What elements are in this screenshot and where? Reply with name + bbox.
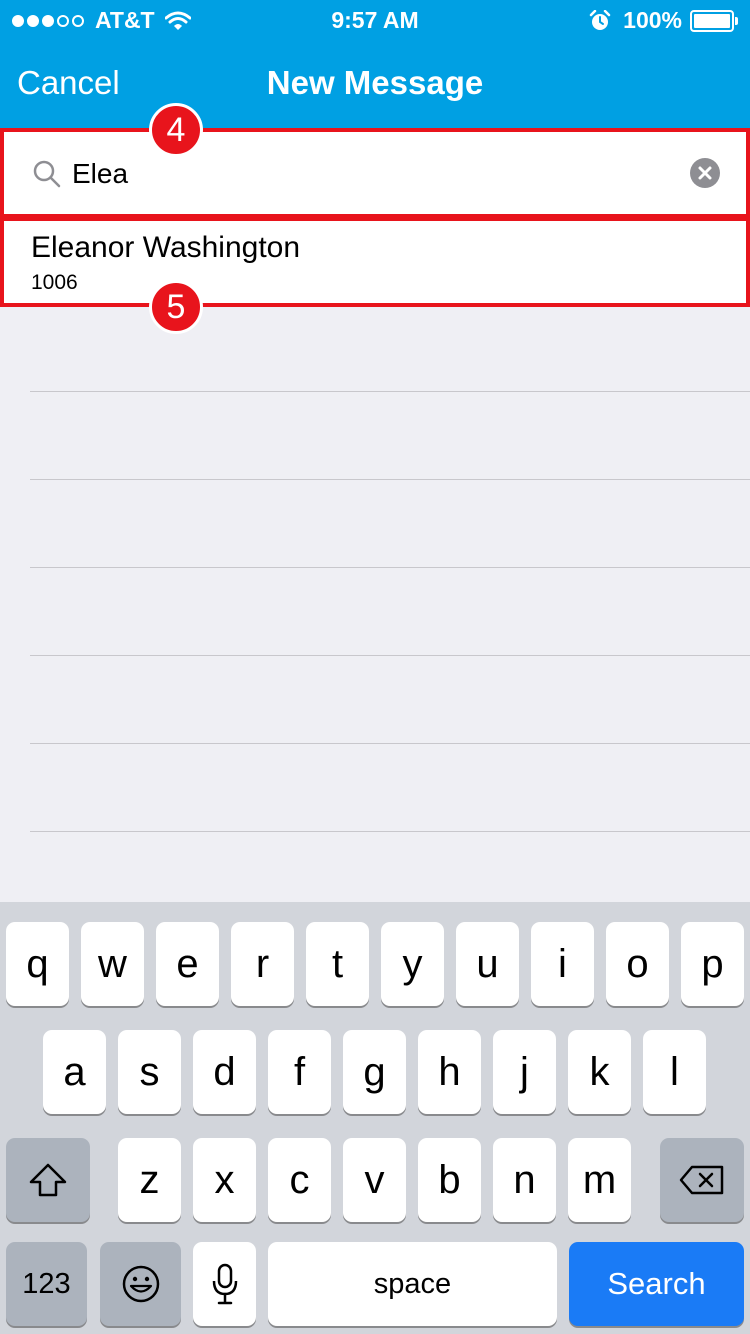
key-e[interactable]: e	[156, 922, 219, 1006]
search-icon	[33, 160, 61, 188]
key-b[interactable]: b	[418, 1138, 481, 1222]
search-input[interactable]	[72, 150, 672, 198]
backspace-icon	[679, 1165, 724, 1195]
key-y[interactable]: y	[381, 922, 444, 1006]
key-x[interactable]: x	[193, 1138, 256, 1222]
dictation-key[interactable]	[193, 1242, 256, 1326]
microphone-icon	[212, 1263, 237, 1305]
close-icon	[698, 166, 712, 180]
key-i[interactable]: i	[531, 922, 594, 1006]
key-o[interactable]: o	[606, 922, 669, 1006]
key-l[interactable]: l	[643, 1030, 706, 1114]
emoji-face-icon	[122, 1265, 159, 1303]
battery-tip	[735, 16, 738, 25]
key-k[interactable]: k	[568, 1030, 631, 1114]
list-separator	[30, 743, 750, 744]
contact-extension: 1006	[31, 271, 78, 294]
key-u[interactable]: u	[456, 922, 519, 1006]
key-p[interactable]: p	[681, 922, 744, 1006]
recipient-search-field[interactable]	[0, 128, 750, 218]
key-w[interactable]: w	[81, 922, 144, 1006]
list-separator	[30, 567, 750, 568]
list-separator	[30, 391, 750, 392]
keyboard: q w e r t y u i o p a s d f g h j k l z …	[0, 902, 750, 1334]
key-h[interactable]: h	[418, 1030, 481, 1114]
callout-badge-result: 5	[149, 280, 203, 334]
key-g[interactable]: g	[343, 1030, 406, 1114]
page-title: New Message	[266, 64, 484, 101]
contact-result-row[interactable]: Eleanor Washington 1006	[0, 217, 750, 307]
delete-key[interactable]	[660, 1138, 744, 1222]
status-bar: AT&T 9:57 AM 100%	[0, 0, 750, 40]
clear-search-icon[interactable]	[690, 158, 720, 188]
emoji-key[interactable]	[100, 1242, 181, 1326]
key-d[interactable]: d	[193, 1030, 256, 1114]
shift-key[interactable]	[6, 1138, 90, 1222]
search-key[interactable]: Search	[569, 1242, 744, 1326]
callout-badge-search: 4	[149, 103, 203, 157]
navigation-bar: Cancel New Message	[0, 40, 750, 128]
list-separator	[30, 655, 750, 656]
battery-icon	[690, 9, 738, 32]
key-s[interactable]: s	[118, 1030, 181, 1114]
contact-name: Eleanor Washington	[31, 231, 301, 264]
header: AT&T 9:57 AM 100% Cancel New Message	[0, 0, 750, 128]
battery-percentage: 100%	[623, 7, 682, 33]
key-v[interactable]: v	[343, 1138, 406, 1222]
key-j[interactable]: j	[493, 1030, 556, 1114]
alarm-clock-icon	[589, 9, 611, 30]
list-separator	[30, 479, 750, 480]
key-t[interactable]: t	[306, 922, 369, 1006]
key-r[interactable]: r	[231, 922, 294, 1006]
key-z[interactable]: z	[118, 1138, 181, 1222]
status-right: 100%	[589, 7, 738, 34]
battery-body	[690, 9, 734, 32]
list-separator	[30, 831, 750, 832]
shift-arrow-icon	[29, 1163, 67, 1197]
space-key[interactable]: space	[268, 1242, 557, 1326]
numbers-key[interactable]: 123	[6, 1242, 87, 1326]
key-m[interactable]: m	[568, 1138, 631, 1222]
key-c[interactable]: c	[268, 1138, 331, 1222]
key-q[interactable]: q	[6, 922, 69, 1006]
key-a[interactable]: a	[43, 1030, 106, 1114]
battery-fill	[694, 13, 730, 28]
key-n[interactable]: n	[493, 1138, 556, 1222]
key-f[interactable]: f	[268, 1030, 331, 1114]
